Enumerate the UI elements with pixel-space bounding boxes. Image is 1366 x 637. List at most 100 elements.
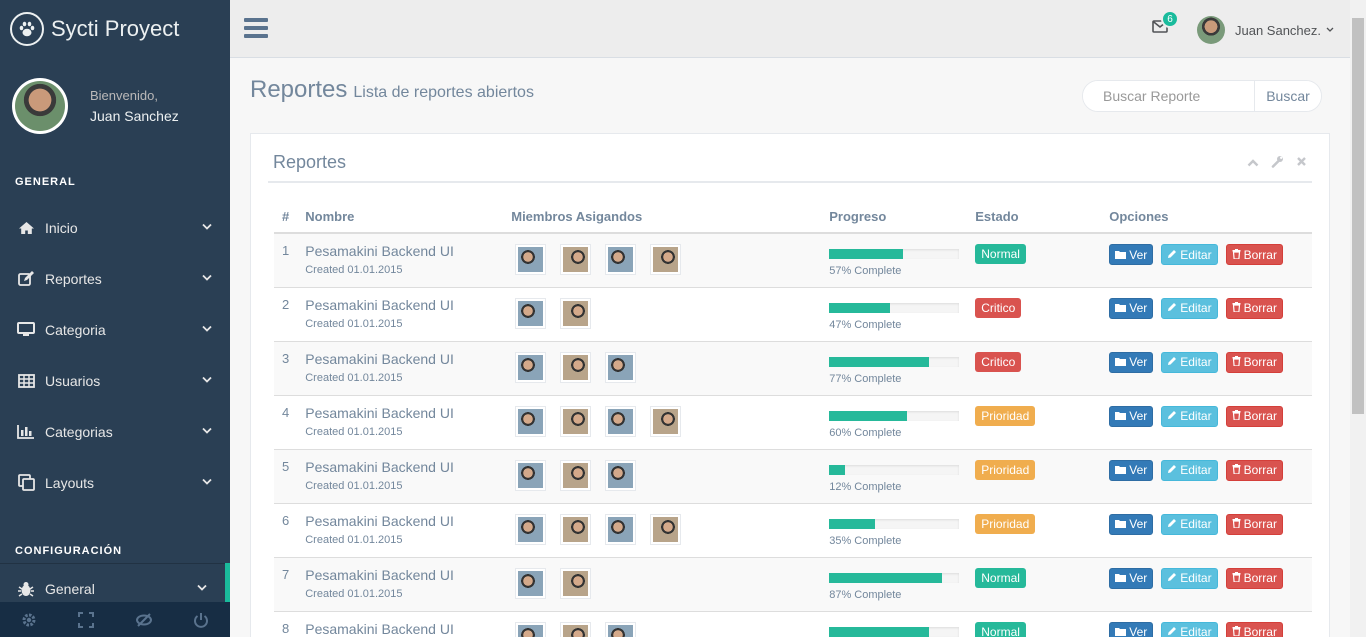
project-name-link[interactable]: Pesamakini Backend UI xyxy=(305,513,454,529)
member-avatar[interactable] xyxy=(650,244,682,275)
row-num: 3 xyxy=(274,340,298,395)
member-avatar[interactable] xyxy=(560,351,592,383)
view-button[interactable]: Ver xyxy=(1109,405,1154,427)
member-avatar[interactable] xyxy=(605,621,637,637)
eye-slash-icon[interactable] xyxy=(115,602,173,637)
power-icon[interactable] xyxy=(173,602,231,637)
members-list xyxy=(515,459,813,491)
progress-bar xyxy=(829,572,960,583)
member-avatar[interactable] xyxy=(605,405,637,437)
edit-button[interactable]: Editar xyxy=(1161,244,1218,265)
member-avatar[interactable] xyxy=(605,459,637,491)
member-avatar[interactable] xyxy=(560,297,592,329)
project-name-link[interactable]: Pesamakini Backend UI xyxy=(305,297,454,313)
member-avatar[interactable] xyxy=(650,405,682,437)
chevron-down-icon xyxy=(202,273,212,284)
member-avatar[interactable] xyxy=(515,244,547,275)
delete-button[interactable]: Borrar xyxy=(1225,351,1283,373)
delete-button[interactable]: Borrar xyxy=(1225,244,1283,265)
member-avatar[interactable] xyxy=(515,405,547,437)
member-avatar[interactable] xyxy=(560,621,592,637)
search-group: Buscar xyxy=(1082,80,1322,112)
delete-button[interactable]: Borrar xyxy=(1225,405,1283,427)
edit-button[interactable]: Editar xyxy=(1161,459,1218,481)
sidebar-item-layouts[interactable]: Layouts xyxy=(0,457,230,508)
user-menu[interactable]: Juan Sanchez. xyxy=(1197,16,1334,44)
progress-text: 12% Complete xyxy=(829,480,902,493)
search-button[interactable]: Buscar xyxy=(1255,81,1321,111)
sidebar-item-usuarios[interactable]: Usuarios xyxy=(0,355,230,406)
sidebar-item-categorias[interactable]: Categorias xyxy=(0,406,230,457)
table-row: 8Pesamakini Backend UICreated 01.01.2015… xyxy=(274,610,1312,637)
status-badge: Critico xyxy=(975,297,1022,318)
sidebar-item-inicio[interactable]: Inicio xyxy=(0,202,230,253)
edit-button[interactable]: Editar xyxy=(1161,297,1218,319)
fullscreen-icon[interactable] xyxy=(58,602,116,637)
view-button[interactable]: Ver xyxy=(1109,621,1154,637)
wrench-icon[interactable] xyxy=(1271,155,1284,171)
progress-text: 47% Complete xyxy=(829,318,902,331)
status-badge: Prioridad xyxy=(975,459,1036,480)
project-name-link[interactable]: Pesamakini Backend UI xyxy=(305,351,454,367)
member-avatar[interactable] xyxy=(515,567,547,599)
table-row: 1 Pesamakini Backend UI Created 01.01.2015… xyxy=(274,232,1312,287)
member-avatar[interactable] xyxy=(560,459,592,491)
trash-icon xyxy=(1232,355,1241,369)
member-avatar[interactable] xyxy=(560,567,592,599)
delete-button[interactable]: Borrar xyxy=(1225,513,1283,535)
view-button[interactable]: Ver xyxy=(1109,244,1154,265)
gear-icon[interactable] xyxy=(0,602,58,637)
pencil-icon xyxy=(1167,625,1177,637)
project-name-link[interactable]: Pesamakini Backend UI xyxy=(305,243,454,259)
member-avatar[interactable] xyxy=(650,513,682,545)
view-button[interactable]: Ver xyxy=(1109,459,1154,481)
page-scrollbar[interactable] xyxy=(1350,0,1366,637)
trash-icon xyxy=(1232,571,1241,585)
member-avatar[interactable] xyxy=(515,513,547,545)
member-avatar[interactable] xyxy=(560,405,592,437)
member-avatar[interactable] xyxy=(560,513,592,545)
progress-bar xyxy=(829,410,960,421)
sidebar-item-label: Inicio xyxy=(45,219,78,236)
member-avatar[interactable] xyxy=(515,621,547,637)
view-button[interactable]: Ver xyxy=(1109,297,1154,319)
delete-button[interactable]: Borrar xyxy=(1225,459,1283,481)
search-input[interactable] xyxy=(1083,81,1255,111)
progress-bar xyxy=(829,626,960,637)
sidebar-item-categoria[interactable]: Categoria xyxy=(0,304,230,355)
member-avatar[interactable] xyxy=(560,244,592,275)
delete-button[interactable]: Borrar xyxy=(1225,621,1283,637)
edit-button[interactable]: Editar xyxy=(1161,513,1218,535)
sidebar-item-reportes[interactable]: Reportes xyxy=(0,253,230,304)
project-name-link[interactable]: Pesamakini Backend UI xyxy=(305,405,454,421)
col-header-members: Miembros Asigandos xyxy=(503,201,822,234)
view-button[interactable]: Ver xyxy=(1109,567,1154,589)
brand[interactable]: Sycti Proyect xyxy=(0,0,230,58)
edit-button[interactable]: Editar xyxy=(1161,405,1218,427)
member-avatar[interactable] xyxy=(605,351,637,383)
trash-icon xyxy=(1232,409,1241,423)
chevron-up-icon[interactable] xyxy=(1247,155,1259,171)
edit-button[interactable]: Editar xyxy=(1161,621,1218,637)
project-name-link[interactable]: Pesamakini Backend UI xyxy=(305,567,454,583)
edit-button[interactable]: Editar xyxy=(1161,351,1218,373)
close-icon[interactable] xyxy=(1296,155,1307,171)
project-name-link[interactable]: Pesamakini Backend UI xyxy=(305,621,454,637)
project-name-link[interactable]: Pesamakini Backend UI xyxy=(305,459,454,475)
member-avatar[interactable] xyxy=(605,244,637,275)
reports-table: # Nombre Miembros Asigandos Progreso Est… xyxy=(274,201,1312,637)
member-avatar[interactable] xyxy=(515,351,547,383)
project-created: Created 01.01.2015 xyxy=(305,479,403,492)
menu-toggle-icon[interactable] xyxy=(244,18,268,38)
table-row: 5 Pesamakini Backend UI Created 01.01.2015… xyxy=(274,448,1312,503)
edit-button[interactable]: Editar xyxy=(1161,567,1218,589)
progress-bar xyxy=(829,249,960,259)
member-avatar[interactable] xyxy=(515,297,547,329)
panel-tools xyxy=(1247,155,1307,171)
view-button[interactable]: Ver xyxy=(1109,351,1154,373)
delete-button[interactable]: Borrar xyxy=(1225,297,1283,319)
view-button[interactable]: Ver xyxy=(1109,513,1154,535)
delete-button[interactable]: Borrar xyxy=(1225,567,1283,589)
member-avatar[interactable] xyxy=(605,513,637,545)
member-avatar[interactable] xyxy=(515,459,547,491)
